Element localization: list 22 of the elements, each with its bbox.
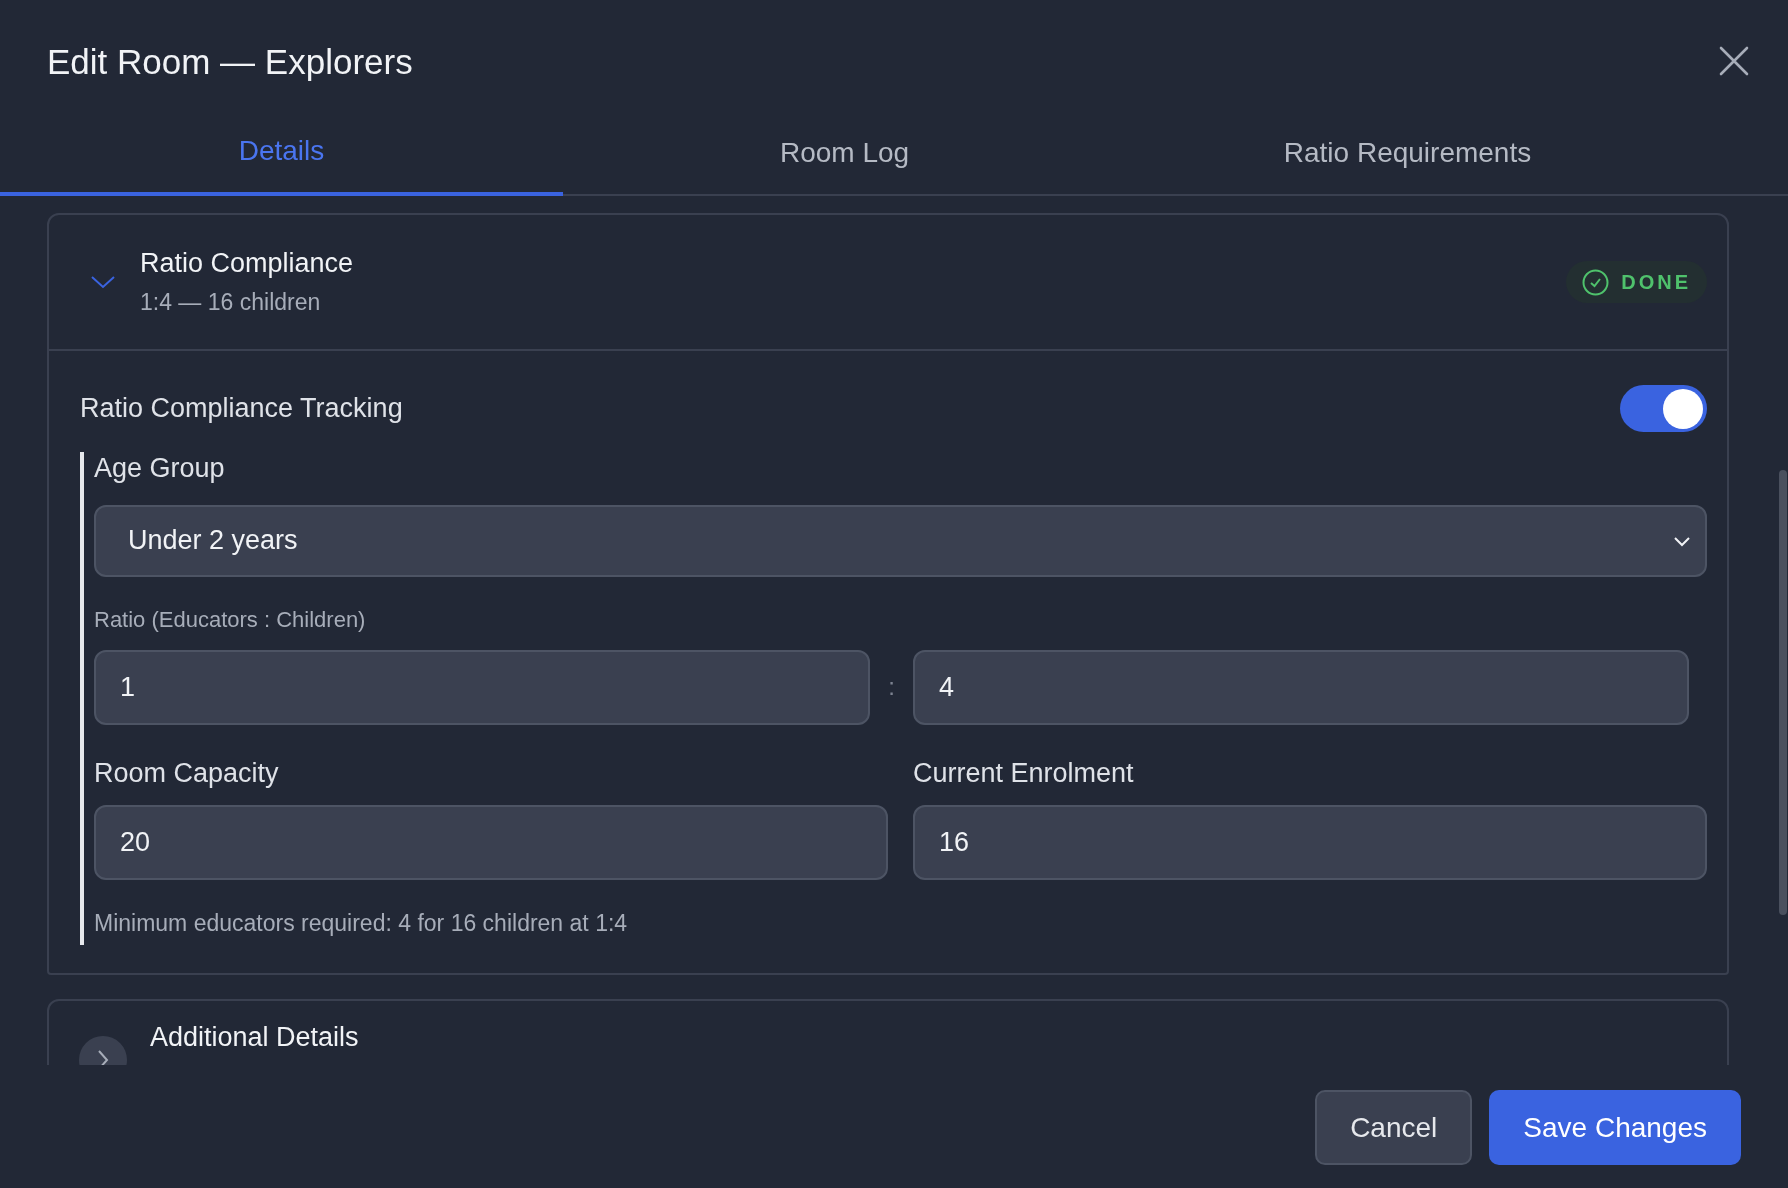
section-title: Ratio Compliance (140, 250, 355, 277)
input-field[interactable]: 20 (94, 805, 888, 880)
tab[interactable]: Room Log (563, 124, 1126, 196)
section-subtitle: 1:4 — 16 children (140, 291, 322, 314)
tab[interactable]: Ratio Requirements (1126, 124, 1689, 196)
ratio-separator: : (887, 672, 896, 702)
cancel-button[interactable]: Cancel (1315, 1090, 1473, 1165)
field-label: Ratio Compliance Tracking (80, 392, 403, 426)
input-field[interactable]: 1 (94, 649, 870, 725)
section-title: Additional Details (150, 1023, 360, 1051)
field-label: Ratio (Educators : Children) (94, 605, 367, 634)
save-button[interactable]: Save Changes (1489, 1090, 1741, 1165)
hint-text: Minimum educators required: 4 for 16 children at 1:4 (94, 909, 629, 938)
field-label: Age Group (94, 452, 226, 485)
age-group-dropdown[interactable]: Under 2 years (94, 504, 1707, 577)
tab[interactable]: Details (0, 124, 563, 196)
dialog-title: Edit Room — Explorers (47, 43, 413, 79)
done-badge: DONE (1566, 261, 1707, 303)
input-field[interactable]: 4 (913, 649, 1689, 725)
field-label: Current Enrolment (913, 756, 1135, 790)
input-field[interactable]: 16 (913, 805, 1707, 880)
field-label: Room Capacity (94, 756, 280, 790)
